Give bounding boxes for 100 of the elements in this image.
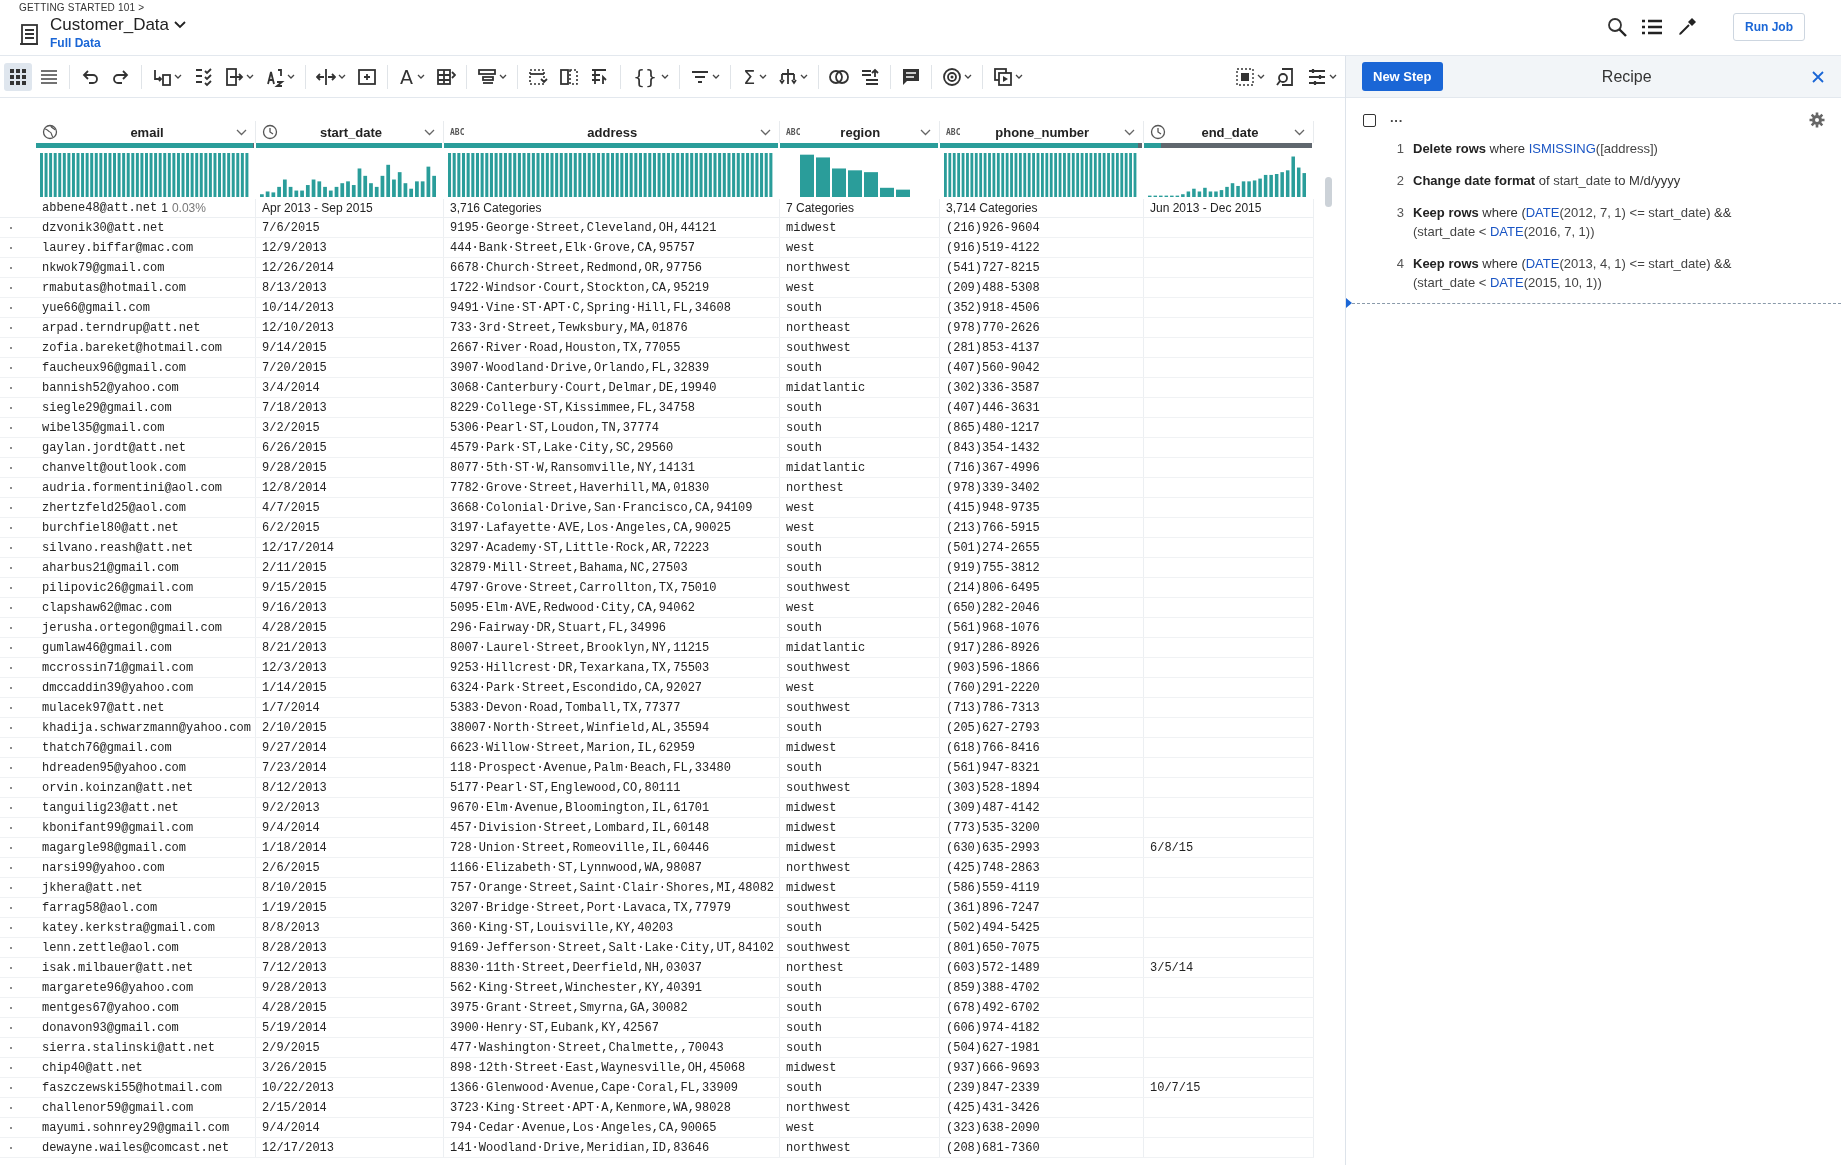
list-up-icon[interactable] — [860, 66, 881, 87]
histogram-bar[interactable] — [328, 190, 333, 197]
dashed-table-icon[interactable] — [528, 66, 548, 87]
histogram-bar[interactable] — [380, 175, 385, 197]
histogram-bar[interactable] — [432, 175, 436, 197]
more-button[interactable]: ··· — [1390, 112, 1403, 128]
histogram-bar[interactable] — [832, 168, 846, 197]
histogram-bar[interactable] — [357, 168, 362, 197]
branch-icon[interactable] — [778, 66, 799, 87]
font-button[interactable]: A — [398, 65, 415, 88]
histogram-bars[interactable] — [944, 153, 1137, 197]
sum-button[interactable]: Σ — [741, 65, 758, 88]
histogram-bar[interactable] — [363, 175, 368, 197]
caret-icon[interactable] — [287, 74, 295, 79]
histogram-bar[interactable] — [1302, 173, 1306, 197]
scrollbar-thumb[interactable] — [1325, 177, 1332, 207]
histogram-bar[interactable] — [409, 188, 414, 197]
histogram-bar[interactable] — [282, 179, 287, 197]
grid-view-button[interactable] — [4, 62, 32, 91]
histogram-bar[interactable] — [1203, 187, 1207, 197]
caret-icon[interactable] — [1329, 74, 1337, 79]
caret-icon[interactable] — [174, 74, 182, 79]
caret-icon[interactable] — [759, 74, 768, 79]
histogram-bar[interactable] — [800, 154, 814, 197]
histogram-bar[interactable] — [311, 179, 316, 197]
histogram-bar[interactable] — [271, 192, 276, 197]
histogram-bar[interactable] — [1236, 185, 1240, 197]
caret-icon[interactable] — [661, 74, 670, 79]
histogram-bars[interactable] — [448, 153, 773, 197]
histogram-bar[interactable] — [1274, 174, 1279, 197]
histogram-bar[interactable] — [351, 185, 356, 197]
histogram-bar[interactable] — [1269, 174, 1273, 197]
recipe-step[interactable]: Keep rows where (DATE(2013, 4, 1) <= start_date) && — [1413, 256, 1732, 271]
histogram-bar[interactable] — [1291, 156, 1295, 197]
histogram-bar[interactable] — [1197, 191, 1202, 197]
histogram-bar[interactable] — [323, 186, 327, 197]
column-arrow-icon[interactable] — [224, 66, 244, 87]
histogram-bar[interactable] — [415, 181, 419, 197]
histogram-bar[interactable] — [317, 181, 322, 197]
histogram-bar[interactable] — [340, 183, 345, 197]
caret-icon[interactable] — [712, 74, 721, 79]
histogram-bar[interactable] — [896, 189, 910, 197]
histogram-bar[interactable] — [1285, 170, 1290, 197]
histogram-bar[interactable] — [277, 186, 281, 197]
dataset-title[interactable]: Customer_Data — [50, 15, 170, 35]
list-icon[interactable] — [1641, 18, 1663, 36]
settings-icon[interactable] — [1809, 112, 1825, 128]
histogram-bar[interactable] — [1208, 191, 1213, 197]
search-icon[interactable] — [1607, 17, 1627, 37]
caret-icon[interactable] — [964, 74, 973, 79]
histogram-bar[interactable] — [1296, 167, 1301, 197]
histogram-bar[interactable] — [386, 164, 391, 197]
histogram-bar[interactable] — [1258, 178, 1262, 197]
histogram-bar[interactable] — [1247, 181, 1251, 197]
select-icon[interactable] — [1235, 66, 1255, 87]
caret-icon[interactable] — [800, 74, 809, 79]
recipe-step[interactable]: Keep rows where (DATE(2012, 7, 1) <= start_date) && — [1413, 205, 1732, 220]
run-job-button[interactable]: Run Job — [1733, 13, 1805, 41]
caret-icon[interactable] — [1257, 74, 1265, 79]
histogram-bar[interactable] — [1225, 186, 1229, 197]
sample-link[interactable]: Full Data — [50, 36, 187, 50]
histogram-bar[interactable] — [816, 157, 830, 197]
table-edit-icon[interactable] — [436, 66, 456, 87]
split-table-icon[interactable] — [559, 66, 579, 87]
braces-button[interactable]: {} — [631, 65, 660, 88]
histogram-bar[interactable] — [294, 190, 299, 197]
histogram-bar[interactable] — [392, 179, 396, 197]
comment-icon[interactable] — [901, 66, 922, 87]
histogram-bar[interactable] — [288, 186, 293, 197]
chevron-icon[interactable] — [424, 128, 435, 136]
histogram-bar[interactable] — [1214, 191, 1218, 197]
histogram-bar[interactable] — [1263, 174, 1268, 197]
stack-icon[interactable] — [477, 66, 497, 87]
histogram-bars[interactable] — [40, 153, 249, 197]
caret-icon[interactable] — [246, 74, 254, 79]
histogram-bar[interactable] — [1181, 194, 1185, 197]
caret-icon[interactable] — [174, 21, 187, 29]
histogram-bar[interactable] — [397, 172, 402, 197]
histogram-bar[interactable] — [1241, 181, 1246, 197]
histogram-bar[interactable] — [1230, 183, 1235, 197]
caret-icon[interactable] — [499, 74, 507, 79]
histogram-bar[interactable] — [403, 183, 408, 197]
new-step-button[interactable]: New Step — [1362, 62, 1443, 91]
histogram-bar[interactable] — [420, 181, 425, 197]
move-column-icon[interactable] — [316, 66, 336, 87]
chevron-icon[interactable] — [760, 128, 771, 136]
chevron-icon[interactable] — [236, 128, 247, 136]
checkbox[interactable] — [1363, 113, 1376, 127]
recipe-step[interactable]: (start_date < DATE(2015, 10, 1)) — [1413, 275, 1732, 290]
chevron-icon[interactable] — [1124, 128, 1135, 136]
chevron-icon[interactable] — [920, 128, 931, 136]
eyedropper-icon[interactable] — [1677, 17, 1697, 37]
close-icon[interactable] — [1811, 69, 1825, 84]
histogram-bar[interactable] — [260, 194, 264, 197]
histogram-bar[interactable] — [1252, 180, 1257, 197]
sliders-icon[interactable] — [1307, 66, 1327, 87]
histogram-bar[interactable] — [346, 181, 350, 197]
checklist-icon[interactable] — [193, 66, 213, 87]
histogram-bar[interactable] — [1192, 188, 1196, 197]
histogram-bar[interactable] — [880, 187, 894, 197]
